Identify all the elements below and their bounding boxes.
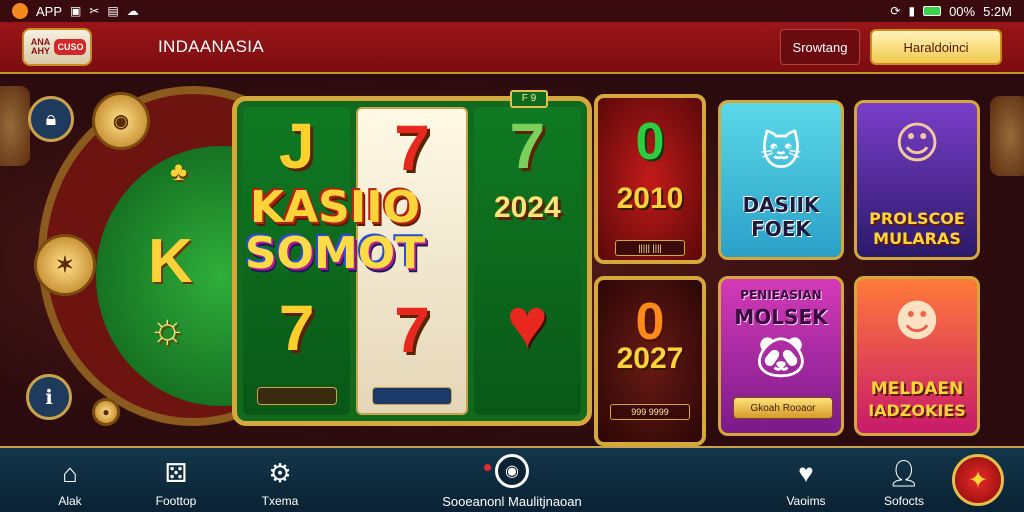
game-card-2-title-1: PROLSCOE	[869, 209, 965, 228]
page-title: INDAANASIA	[158, 37, 264, 56]
wall-lamp	[0, 86, 30, 166]
game-card-1-title-2: FOEK	[751, 217, 811, 241]
status-bar: APP ▣ ✂ ▤ ☁ ⟳ ▮ 00% 5:2M	[0, 0, 1024, 22]
bet-knob[interactable]: ✶	[34, 234, 96, 296]
jackpot-2-year: 2027	[616, 342, 684, 375]
game-card-2-title-2: MULARAS	[873, 229, 961, 248]
logo-text-b: CUSO	[54, 39, 87, 55]
nav-label-sofocts: Sofocts	[883, 494, 925, 508]
game-card-3-title-1: PENIEASIAN	[740, 288, 822, 302]
battery-text: 00%	[949, 3, 976, 19]
nav-center-label: Sooeanonl Maulitjnaoan	[442, 494, 582, 509]
game-card-4-title-2: IADZOKIES	[868, 401, 966, 420]
game-card-4[interactable]: ☻ MELDAEN IADZOKIES	[854, 276, 980, 436]
jackpot-panel-2[interactable]: 0 2027 999 9999	[594, 276, 706, 446]
game-card-1-title-1: DASIIK	[742, 193, 820, 217]
media-icon: ▤	[107, 4, 119, 18]
reel-1-top-symbol: J	[278, 110, 315, 182]
tools-icon: ✂	[89, 4, 100, 18]
dial-knob[interactable]: ◉	[92, 92, 150, 150]
home-icon: ⌂	[62, 457, 78, 488]
coin-symbol: ☼	[148, 304, 187, 351]
bottom-nav: ⌂ Alak ⚄ Foottop ⚙ Txema ◉ Sooeanonl Mau…	[0, 446, 1024, 512]
lock-icon[interactable]: 🔒︎	[28, 96, 74, 142]
reel-3-mid-symbol: 2024	[493, 191, 561, 224]
wall-lamp	[990, 96, 1024, 176]
jackpot-2-label: 999 9999	[610, 404, 690, 420]
person-icon: ☺	[894, 118, 940, 169]
game-title: KASIIO SOMOT	[210, 186, 460, 276]
reel-3-top-symbol: 7	[509, 110, 546, 182]
character-icon: ☻	[894, 296, 940, 347]
puzzle-icon: ⚄	[164, 457, 188, 488]
jackpot-1-year: 2010	[616, 182, 684, 215]
status-time: 5:2M	[983, 3, 1012, 19]
jackpot-panel-1[interactable]: 0 2010 ||||| ||||	[594, 94, 706, 264]
game-title-line2: SOMOT	[244, 228, 426, 279]
nav-item-sofocts[interactable]: 👤︎ Sofocts	[864, 456, 944, 509]
nav-item-home[interactable]: ⌂ Alak	[30, 456, 110, 509]
reel-3: 7 2024 ♥	[473, 107, 581, 415]
app-dot-icon	[12, 3, 28, 19]
reel-1-label	[256, 387, 337, 405]
primary-button[interactable]: Haraldoinci	[870, 29, 1002, 65]
reel-2-bottom-symbol: 7	[394, 294, 430, 366]
heart-icon: ♥	[506, 284, 549, 362]
game-card-1[interactable]: 🐱︎ DASIIK FOEK	[718, 100, 844, 260]
logo-text-a: ANA AHY	[30, 37, 51, 56]
secondary-button[interactable]: Srowtang	[780, 29, 860, 65]
gear-icon: ⚙	[268, 457, 292, 488]
game-card-4-title-1: MELDAEN	[870, 379, 964, 399]
small-coin-knob[interactable]: ●	[92, 398, 120, 426]
cloud-icon: ☁	[126, 4, 139, 18]
cat-icon: 🐱︎	[760, 129, 802, 175]
game-card-3-button[interactable]: Gkoah Rooaor	[733, 397, 833, 419]
reel-1-bottom-symbol: 7	[278, 292, 315, 364]
heart-icon: ♥	[798, 457, 814, 488]
info-icon[interactable]: ℹ	[26, 374, 72, 420]
signal-icon: ▮	[908, 4, 916, 18]
game-card-3-title-2: MOLSEK	[734, 305, 828, 329]
nav-item-vaoims[interactable]: ♥ Vaoims	[766, 456, 846, 509]
reel-badge: F 9	[510, 90, 548, 108]
screenshot-icon: ▣	[70, 4, 82, 18]
nav-item-center[interactable]: ◉ Sooeanonl Maulitjnaoan	[420, 454, 604, 509]
user-icon: 👤︎	[887, 457, 921, 488]
app-header: ANA AHY CUSO INDAANASIA Srowtang Haraldo…	[0, 22, 1024, 74]
nav-label-home: Alak	[58, 494, 82, 508]
star-icon[interactable]: ✦	[952, 454, 1004, 506]
app-logo[interactable]: ANA AHY CUSO	[22, 28, 92, 66]
nav-label-txema: Txema	[261, 494, 299, 508]
jackpot-1-label: ||||| ||||	[615, 240, 685, 256]
jackpot-1-big: 0	[635, 113, 665, 171]
reel-2-label	[371, 387, 452, 405]
nav-label-vaoims: Vaoims	[786, 494, 826, 508]
sync-icon: ⟳	[890, 4, 901, 18]
location-icon: ◉	[495, 454, 529, 488]
nav-item-txema[interactable]: ⚙ Txema	[240, 456, 320, 509]
clover-symbol: ♣	[170, 156, 188, 186]
nav-label-foottop: Foottop	[155, 494, 197, 508]
game-card-2[interactable]: ☺ PROLSCOE MULARAS	[854, 100, 980, 260]
reel-2-top-symbol: 7	[394, 112, 430, 184]
nav-item-foottop[interactable]: ⚄ Foottop	[136, 456, 216, 509]
game-title-line1: KASIIO	[250, 182, 420, 233]
panda-icon: 🐼︎	[755, 335, 807, 381]
battery-icon	[923, 6, 942, 16]
status-app-label: APP	[36, 3, 63, 19]
game-lobby: ♣ K ☼ ◉ ✶ ● 🔒︎ ℹ J 7 7 7 7 2024 ♥ F 9 KA…	[0, 76, 1024, 446]
game-card-3[interactable]: PENIEASIAN MOLSEK 🐼︎ Gkoah Rooaor	[718, 276, 844, 436]
felt-letter: K	[148, 227, 193, 296]
